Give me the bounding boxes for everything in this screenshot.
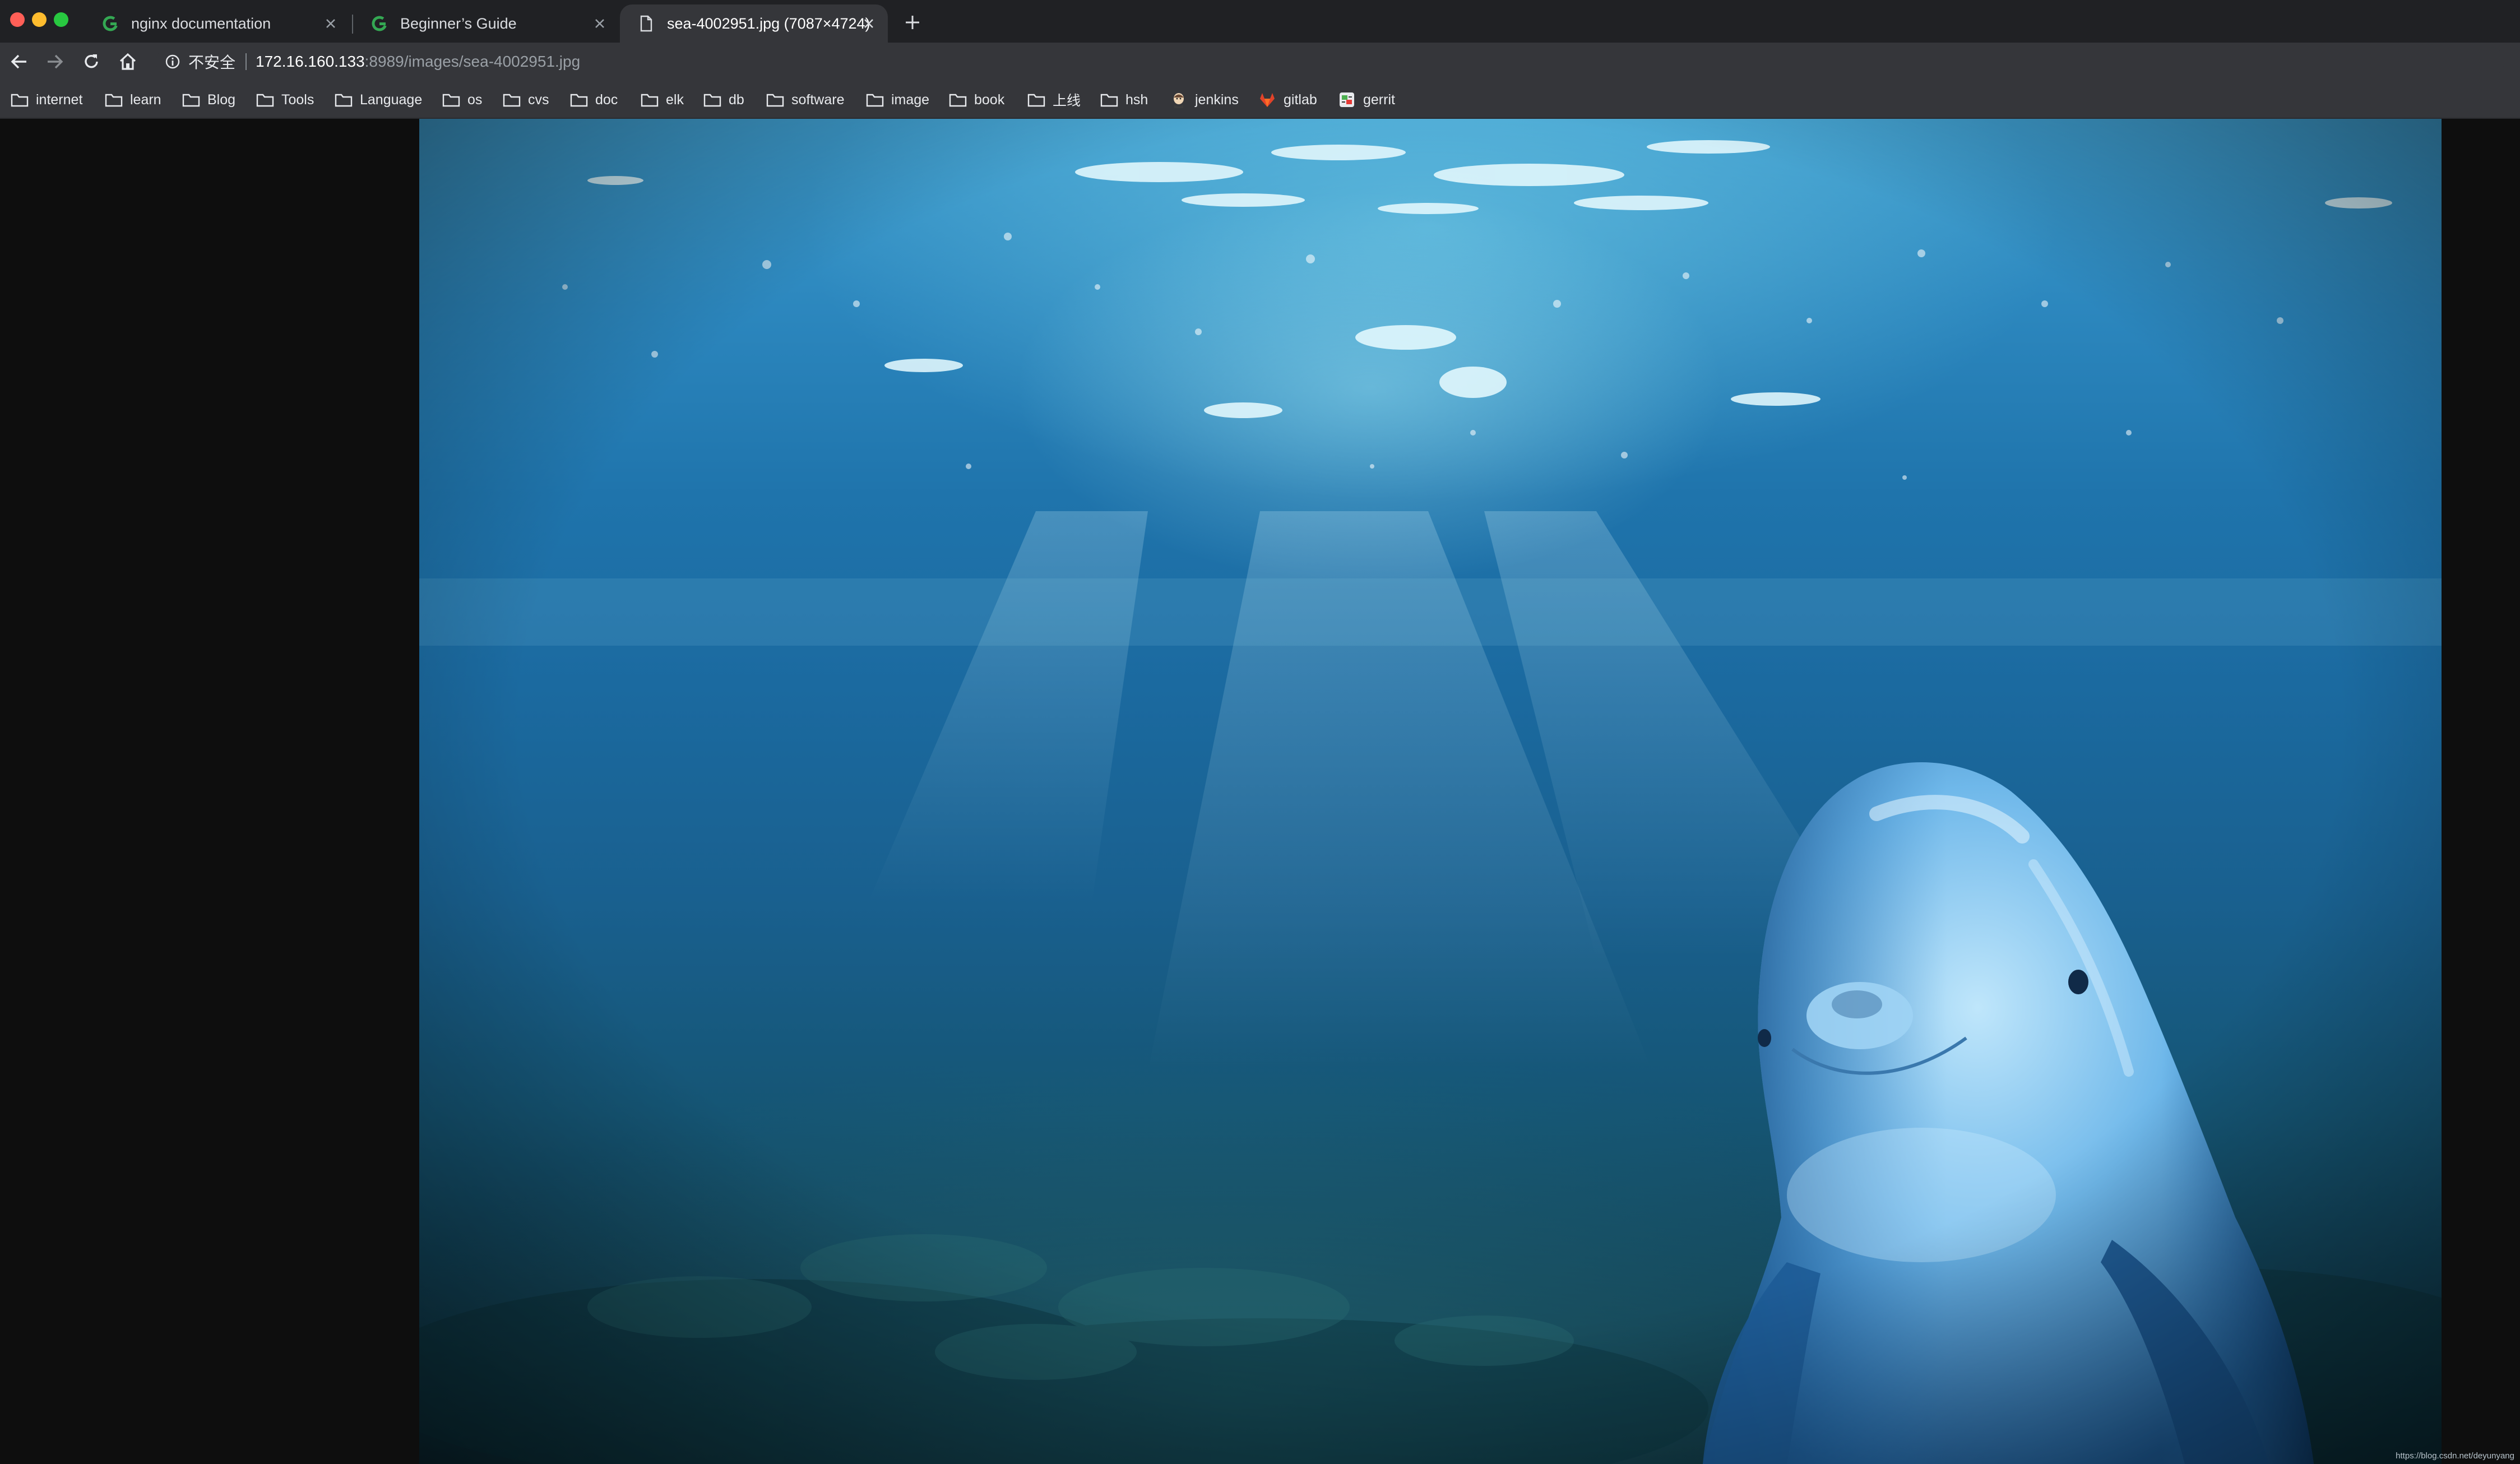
new-tab-button[interactable] [901,11,924,34]
bookmark-image[interactable]: image [865,90,929,110]
bookmark-gitlab[interactable]: gitlab [1258,90,1317,110]
zoom-window-button[interactable] [54,12,68,27]
home-button[interactable] [117,50,139,73]
bookmark-doc[interactable]: doc [569,90,618,110]
tab-title: nginx documentation [131,15,271,32]
bookmark-gerrit[interactable]: gerrit [1337,90,1395,110]
bookmark-blog[interactable]: Blog [182,90,235,110]
minimize-window-button[interactable] [32,12,47,27]
close-tab-icon[interactable] [323,16,339,31]
folder-icon [10,91,29,108]
folder-icon [1027,91,1046,108]
folder-icon [104,91,123,108]
folder-icon [948,91,967,108]
reload-icon [85,54,98,68]
tab-strip: nginx documentation Beginner’s Guide sea… [0,0,2520,43]
folder-icon [569,91,589,108]
bookmark-software[interactable]: software [766,90,844,110]
close-window-button[interactable] [10,12,25,27]
g-favicon-icon [370,14,389,33]
folder-icon [865,91,884,108]
underwater-scene [419,119,2442,1464]
page-viewport: https://blog.csdn.net/deyunyang [0,119,2520,1464]
security-status-label: 不安全 [188,54,236,71]
bookmark-shangxian[interactable]: 上线 [1027,90,1081,110]
bookmark-learn[interactable]: learn [104,90,161,110]
watermark-text: https://blog.csdn.net/deyunyang [2396,1451,2514,1461]
bookmark-jenkins[interactable]: jenkins [1169,90,1239,110]
folder-icon [1100,91,1119,108]
gerrit-icon [1337,91,1356,108]
bookmark-tools[interactable]: Tools [256,90,314,110]
folder-icon [182,91,201,108]
page-icon [637,14,656,33]
arrow-right-icon [48,54,63,69]
tab-nginx-documentation[interactable]: nginx documentation [84,4,350,43]
tab-title: Beginner’s Guide [400,15,517,32]
folder-icon [334,91,353,108]
close-tab-icon[interactable] [592,16,608,31]
bookmark-book[interactable]: book [948,90,1004,110]
back-button[interactable] [8,50,30,73]
folder-icon [442,91,461,108]
forward-button[interactable] [44,50,66,73]
bookmark-elk[interactable]: elk [640,90,684,110]
folder-icon [766,91,785,108]
reload-button[interactable] [80,50,103,73]
url-path: :8989/images/sea-4002951.jpg [364,53,581,70]
omnibox-divider [245,53,247,70]
bookmark-hsh[interactable]: hsh [1100,90,1148,110]
folder-icon [640,91,659,108]
gitlab-icon [1258,91,1277,108]
folder-icon [502,91,521,108]
jenkins-icon [1169,91,1188,108]
tab-sea-image[interactable]: sea-4002951.jpg (7087×4724) [620,4,888,43]
bookmark-os[interactable]: os [442,90,482,110]
tab-title: sea-4002951.jpg (7087×4724) [667,15,870,32]
url-host: 172.16.160.133 [256,53,365,70]
tab-beginners-guide[interactable]: Beginner’s Guide [353,4,619,43]
displayed-image[interactable] [419,119,2442,1464]
g-favicon-icon [101,14,120,33]
folder-icon [703,91,722,108]
folder-icon [256,91,275,108]
home-icon [119,53,136,70]
close-tab-icon[interactable] [861,16,877,31]
bookmark-cvs[interactable]: cvs [502,90,549,110]
plus-icon [906,16,919,29]
bookmark-internet[interactable]: internet [10,90,82,110]
info-icon[interactable] [164,53,182,71]
address-bar[interactable]: 不安全 172.16.160.133:8989/images/sea-40029… [156,47,2504,76]
toolbar: 不安全 172.16.160.133:8989/images/sea-40029… [0,43,2520,81]
bookmark-db[interactable]: db [703,90,744,110]
arrow-left-icon [11,54,26,69]
bookmark-language[interactable]: Language [334,90,422,110]
bookmarks-bar: internet learn Blog Tools Language os cv… [0,81,2520,119]
